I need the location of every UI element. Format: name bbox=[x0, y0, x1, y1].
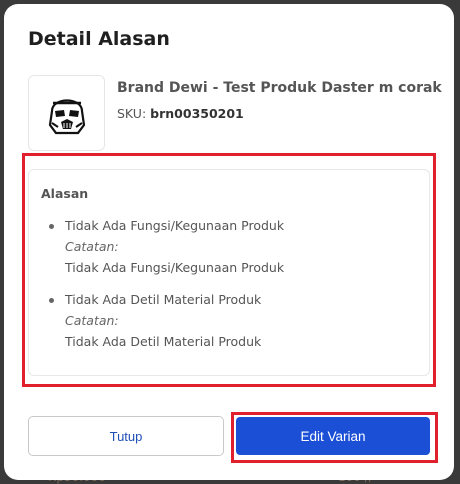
bullet-icon bbox=[49, 224, 54, 229]
product-summary: Brand Dewi - Test Produk Daster m corak … bbox=[28, 74, 442, 152]
sku-label: SKU: bbox=[117, 106, 147, 121]
edit-variant-button[interactable]: Edit Varian bbox=[236, 417, 430, 455]
product-sku: SKU: brn00350201 bbox=[117, 106, 244, 121]
stormtrooper-helmet-icon bbox=[48, 99, 85, 135]
modal-title: Detail Alasan bbox=[28, 28, 170, 50]
bullet-icon bbox=[49, 298, 54, 303]
reason-label: Tidak Ada Detil Material Produk bbox=[65, 292, 262, 307]
note-text: Tidak Ada Fungsi/Kegunaan Produk bbox=[65, 260, 285, 275]
reason-label: Tidak Ada Fungsi/Kegunaan Produk bbox=[65, 218, 285, 233]
product-name: Brand Dewi - Test Produk Daster m corak bbox=[117, 80, 442, 96]
reason-panel: Alasan Tidak Ada Fungsi/Kegunaan Produk … bbox=[28, 169, 430, 376]
reason-heading: Alasan bbox=[41, 186, 89, 201]
sku-value: brn00350201 bbox=[150, 106, 244, 121]
note-text: Tidak Ada Detil Material Produk bbox=[65, 334, 262, 349]
note-label: Catatan: bbox=[65, 313, 119, 328]
list-item: Tidak Ada Detil Material Produk Catatan:… bbox=[65, 289, 261, 352]
close-button[interactable]: Tutup bbox=[28, 416, 224, 456]
list-item: Tidak Ada Fungsi/Kegunaan Produk Catatan… bbox=[65, 215, 284, 278]
product-thumbnail bbox=[28, 75, 105, 151]
note-label: Catatan: bbox=[65, 239, 119, 254]
